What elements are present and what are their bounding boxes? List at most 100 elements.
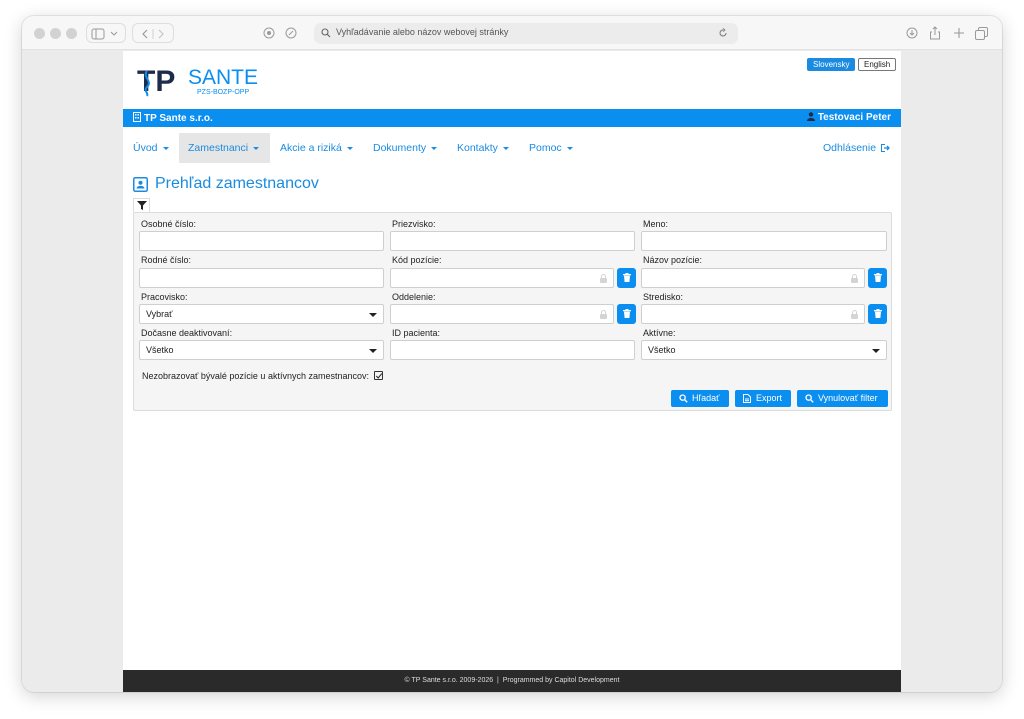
close-window-button[interactable]: [34, 28, 45, 39]
surname-input[interactable]: [390, 231, 635, 251]
position-code-input[interactable]: [390, 268, 614, 288]
active-select-value: Všetko: [648, 345, 676, 355]
sidebar-icon: [91, 28, 118, 40]
clear-center-button[interactable]: [868, 304, 887, 324]
sign-out-icon: [881, 144, 890, 152]
footer-text: © TP Sante s.r.o. 2009-2026 | Programmed…: [404, 677, 620, 684]
nav-pomoc[interactable]: Pomoc: [529, 133, 581, 163]
trash-icon: [873, 273, 882, 282]
nav-uvod-label: Úvod: [133, 142, 158, 154]
chevron-down-icon: [253, 146, 260, 150]
export-button-label: Export: [756, 393, 783, 403]
label-pracovisko: Pracovisko:: [141, 292, 188, 302]
nav-akcie-label: Akcie a riziká: [280, 142, 342, 154]
chevron-down-icon: [872, 349, 880, 353]
downloads-icon[interactable]: [906, 27, 918, 39]
new-tab-icon[interactable]: [953, 27, 965, 39]
birth-number-input[interactable]: [139, 268, 384, 288]
trash-icon: [622, 273, 631, 282]
language-english-button[interactable]: English: [858, 58, 897, 71]
sidebar-toggle-button[interactable]: [86, 23, 126, 43]
shield-icon: [263, 27, 275, 39]
lock-icon: [600, 310, 607, 319]
label-priezvisko: Priezvisko:: [392, 219, 436, 229]
user-icon: [806, 112, 815, 121]
lock-icon: [600, 274, 607, 283]
personal-number-input[interactable]: [139, 231, 384, 251]
label-docasne-deaktivovani: Dočasne deaktivovaní:: [141, 328, 233, 338]
trash-icon: [622, 309, 631, 318]
nav-akcie-a-rizika[interactable]: Akcie a riziká: [280, 133, 362, 163]
logo-letters: TP: [137, 65, 175, 97]
company-info[interactable]: TP Sante s.r.o.: [133, 112, 213, 124]
search-button[interactable]: Hľadať: [671, 390, 729, 407]
document-icon: [743, 394, 751, 403]
export-button[interactable]: Export: [735, 390, 791, 407]
reset-filter-button[interactable]: Vynulovať filter: [797, 390, 888, 407]
workplace-select[interactable]: Vybrať: [139, 304, 384, 324]
active-select[interactable]: Všetko: [641, 340, 887, 360]
brand-logo[interactable]: TP SANTE PZS-BOZP-OPP: [137, 63, 277, 97]
label-aktivne: Aktívne:: [643, 328, 676, 338]
clear-position-code-button[interactable]: [617, 268, 636, 288]
language-slovak-button[interactable]: Slovensky: [807, 58, 856, 71]
search-icon: [805, 394, 814, 403]
nav-zamestnanci[interactable]: Zamestnanci: [179, 133, 270, 163]
building-icon: [133, 112, 141, 122]
label-id-pacienta: ID pacienta:: [392, 328, 441, 338]
web-page: TP SANTE PZS-BOZP-OPP Slovensky English …: [123, 51, 901, 692]
nav-zamestnanci-label: Zamestnanci: [188, 142, 249, 154]
minimize-window-button[interactable]: [50, 28, 61, 39]
hide-former-positions-checkbox[interactable]: [373, 371, 383, 380]
user-menu[interactable]: Testovaci Peter: [806, 112, 891, 123]
clear-department-button[interactable]: [617, 304, 636, 324]
reload-icon[interactable]: [718, 28, 728, 38]
label-meno: Meno:: [643, 219, 669, 229]
share-icon[interactable]: [929, 26, 941, 40]
name-input[interactable]: [641, 231, 887, 251]
chevron-down-icon: [431, 146, 438, 150]
filter-toggle-button[interactable]: [133, 198, 150, 212]
tab-overview-icon[interactable]: [975, 27, 988, 40]
chevron-down-icon: [162, 146, 169, 150]
search-button-label: Hľadať: [692, 393, 720, 403]
nav-kontakty[interactable]: Kontakty: [457, 133, 519, 163]
patient-id-input[interactable]: [390, 340, 635, 360]
extensions-button[interactable]: [282, 23, 300, 43]
workplace-select-value: Vybrať: [146, 309, 173, 319]
privacy-report-button[interactable]: [260, 23, 278, 43]
logo-tagline: PZS-BOZP-OPP: [197, 89, 249, 96]
center-input[interactable]: [641, 304, 865, 324]
back-forward-buttons[interactable]: [132, 23, 174, 43]
checkmark-icon: [375, 373, 382, 379]
employee-card-icon: [133, 177, 148, 192]
label-stredisko: Stredisko:: [643, 292, 684, 302]
chevron-down-icon: [566, 146, 573, 150]
nav-dokumenty[interactable]: Dokumenty: [373, 133, 445, 163]
position-name-input[interactable]: [641, 268, 865, 288]
chevron-down-icon: [346, 146, 353, 150]
nav-kontakty-label: Kontakty: [457, 142, 498, 154]
address-placeholder: Vyhľadávanie alebo názov webovej stránky: [336, 27, 509, 37]
department-input[interactable]: [390, 304, 614, 324]
address-bar[interactable]: Vyhľadávanie alebo názov webovej stránky: [314, 23, 738, 44]
chevron-down-icon: [369, 313, 377, 317]
main-navigation: Úvod Zamestnanci Akcie a riziká Dokument…: [123, 133, 901, 163]
back-forward-icon: [142, 29, 164, 39]
label-osobne-cislo: Osobné číslo:: [141, 219, 197, 229]
lock-icon: [851, 310, 858, 319]
temp-deactivated-select-value: Všetko: [146, 345, 174, 355]
trash-icon: [873, 309, 882, 318]
label-rodne-cislo: Rodné číslo:: [141, 255, 192, 265]
page-footer: © TP Sante s.r.o. 2009-2026 | Programmed…: [123, 670, 901, 692]
nav-uvod[interactable]: Úvod: [123, 133, 179, 163]
zoom-window-button[interactable]: [66, 28, 77, 39]
clear-position-name-button[interactable]: [868, 268, 887, 288]
browser-viewport: TP SANTE PZS-BOZP-OPP Slovensky English …: [22, 51, 1002, 692]
logo-name: SANTE: [188, 66, 258, 89]
label-oddelenie: Oddelenie:: [392, 292, 436, 302]
temp-deactivated-select[interactable]: Všetko: [139, 340, 384, 360]
browser-toolbar: Vyhľadávanie alebo názov webovej stránky: [22, 16, 1002, 50]
logout-link[interactable]: Odhlásenie: [823, 133, 891, 163]
hide-former-positions-option: Nezobrazovať bývalé pozície u aktívnych …: [142, 371, 383, 381]
